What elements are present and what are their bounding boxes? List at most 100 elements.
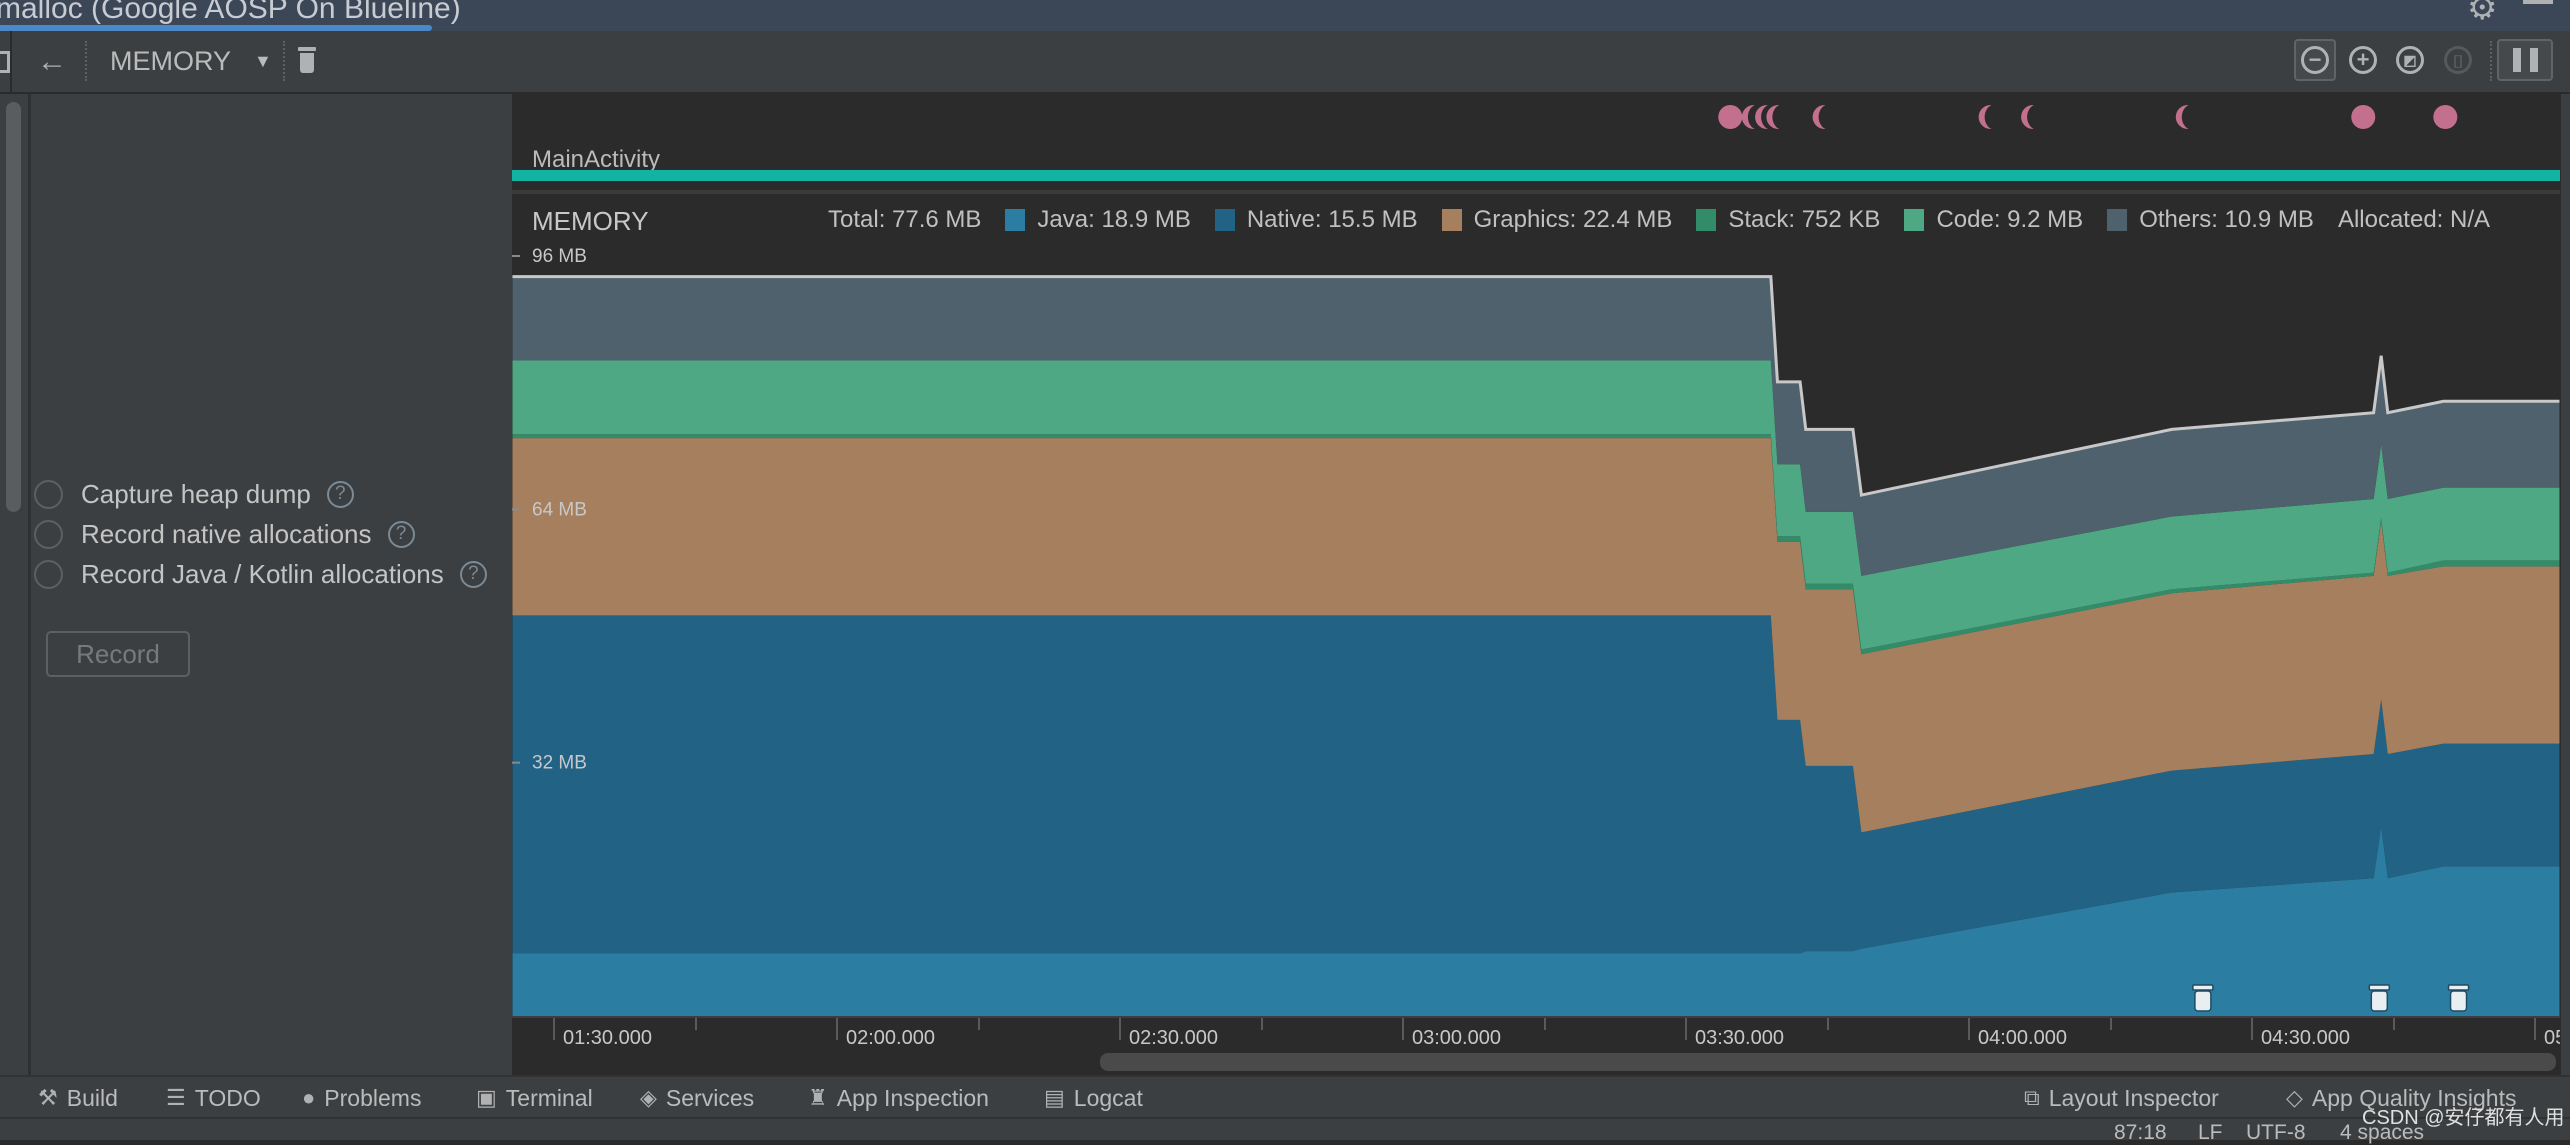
help-icon[interactable]: ? <box>326 480 354 508</box>
tool-logcat[interactable]: ▤ Logcat <box>1044 1077 1143 1119</box>
x-tick <box>2251 1018 2253 1040</box>
help-icon[interactable]: ? <box>459 560 487 588</box>
record-button[interactable]: Record <box>46 631 190 677</box>
x-minor-tick <box>1826 1018 1829 1030</box>
legend-swatch <box>2107 209 2128 231</box>
memory-track-label: MEMORY <box>532 206 649 236</box>
x-tick <box>1402 1018 1404 1040</box>
panel-toggle-icon[interactable] <box>0 51 10 73</box>
gc-trash-icon[interactable] <box>2447 984 2470 1012</box>
services-icon: ◈ <box>640 1085 657 1110</box>
legend-stack: Stack: 752 KB <box>1696 206 1880 234</box>
legend-swatch <box>1214 209 1235 231</box>
x-minor-tick <box>2109 1018 2112 1030</box>
help-icon[interactable]: ? <box>387 520 415 548</box>
gc-trash-icon[interactable] <box>2192 984 2214 1012</box>
memory-stacked-area-chart[interactable]: 96 MB 64 MB 32 MB <box>512 245 2560 1016</box>
legend-swatch <box>1005 209 1026 231</box>
legend-swatch <box>1696 209 1717 231</box>
x-tick-label: 03:00.000 <box>1412 1027 1501 1049</box>
x-tick-label: 02:00.000 <box>846 1027 935 1049</box>
legend-swatch <box>1904 209 1925 231</box>
panel-scrollbar[interactable] <box>6 102 21 512</box>
radio-button[interactable] <box>34 479 63 509</box>
x-minor-tick <box>1543 1018 1546 1030</box>
option-record-native-allocations[interactable]: Record native allocations ? <box>34 516 415 552</box>
pause-button[interactable] <box>2497 39 2553 81</box>
back-arrow-icon[interactable]: ← <box>37 31 67 92</box>
legend-native: Native: 15.5 MB <box>1214 206 1418 234</box>
tool-window-bar: ⚒ Build ☰ TODO ● Problems ▣ Terminal ◈ Servic… <box>0 1075 2570 1119</box>
event-crescent-icon[interactable] <box>1978 104 2007 130</box>
reset-circle-icon: ◩ <box>2396 46 2424 74</box>
plus-circle-icon: + <box>2349 46 2377 74</box>
bracket-circle-icon: [] <box>2444 46 2472 74</box>
option-capture-heap-dump[interactable]: Capture heap dump ? <box>34 476 354 512</box>
time-axis: 01:30.000 02:00.000 02:30.000 03:00.000 03:3… <box>512 1016 2560 1054</box>
activity-lifecycle-bar[interactable] <box>512 170 2560 181</box>
pause-icon <box>2512 48 2538 72</box>
tool-todo[interactable]: ☰ TODO <box>166 1077 261 1119</box>
x-tick-label: 05:00.000 <box>2544 1027 2560 1049</box>
option-label: Record native allocations <box>81 518 372 549</box>
x-tick <box>553 1018 555 1040</box>
line-separator[interactable]: LF <box>2198 1121 2223 1145</box>
diamond-icon: ◇ <box>2286 1085 2303 1110</box>
x-tick-label: 02:30.000 <box>1129 1027 1218 1049</box>
profiler-toolbar: ← MEMORY ▼ − + ◩ [] <box>0 31 2570 94</box>
legend-total: Total: 77.6 MB <box>828 206 982 233</box>
recording-options-panel: Capture heap dump ? Record native alloca… <box>0 94 512 1075</box>
window-title-bar: malloc (Google AOSP On Blueline) ⚙ <box>0 0 2570 31</box>
event-crescent-icon[interactable] <box>1766 104 1795 130</box>
minus-circle-icon: − <box>2301 46 2329 74</box>
x-minor-tick <box>977 1018 980 1030</box>
reset-zoom-button[interactable]: ◩ <box>2389 39 2431 81</box>
event-crescent-icon[interactable] <box>2175 104 2204 130</box>
legend-graphics: Graphics: 22.4 MB <box>1441 206 1672 234</box>
tool-problems[interactable]: ● Problems <box>302 1077 421 1119</box>
x-tick-label: 03:30.000 <box>1695 1027 1784 1049</box>
watermark: CSDN @安仔都有人用 <box>2362 1107 2565 1129</box>
gc-trash-icon[interactable] <box>2368 984 2391 1012</box>
tool-terminal[interactable]: ▣ Terminal <box>476 1077 593 1119</box>
event-crescent-icon[interactable] <box>1812 104 1841 130</box>
minimize-icon[interactable] <box>2523 0 2553 4</box>
timeline-scrollbar[interactable] <box>1100 1053 2556 1071</box>
x-tick <box>1968 1018 1970 1040</box>
event-full-icon[interactable] <box>1718 105 1743 129</box>
event-full-icon[interactable] <box>2433 105 2458 129</box>
radio-button[interactable] <box>34 519 63 549</box>
tool-layout-inspector[interactable]: ⧉ Layout Inspector <box>2024 1077 2219 1119</box>
file-encoding[interactable]: UTF-8 <box>2246 1121 2306 1145</box>
warning-icon: ● <box>302 1085 316 1110</box>
x-minor-tick <box>694 1018 697 1030</box>
hammer-icon: ⚒ <box>38 1085 58 1110</box>
trash-icon[interactable] <box>298 47 316 73</box>
x-tick <box>836 1018 838 1040</box>
cursor-position[interactable]: 87:18 <box>2114 1121 2167 1145</box>
interaction-events <box>1718 104 2458 130</box>
zoom-to-selection-button[interactable]: [] <box>2437 39 2479 81</box>
tool-app-inspection[interactable]: ♜ App Inspection <box>808 1077 989 1119</box>
radio-button[interactable] <box>34 559 63 589</box>
gear-icon[interactable]: ⚙ <box>2467 0 2497 28</box>
layout-inspector-icon: ⧉ <box>2024 1085 2040 1110</box>
terminal-icon: ▣ <box>476 1085 497 1110</box>
inspection-icon: ♜ <box>808 1085 828 1110</box>
x-tick <box>2534 1018 2536 1040</box>
option-record-java-kotlin-allocations[interactable]: Record Java / Kotlin allocations ? <box>34 556 487 592</box>
x-tick-label: 01:30.000 <box>563 1027 652 1049</box>
zoom-in-button[interactable]: + <box>2342 39 2384 81</box>
tool-services[interactable]: ◈ Services <box>640 1077 754 1119</box>
vertical-scrollbar-track[interactable] <box>2561 94 2570 1075</box>
x-tick-label: 04:00.000 <box>1978 1027 2067 1049</box>
event-crescent-icon[interactable] <box>2021 104 2050 130</box>
x-tick <box>1685 1018 1687 1040</box>
profiler-selector[interactable]: MEMORY ▼ <box>110 31 272 95</box>
event-full-icon[interactable] <box>2351 105 2376 129</box>
option-label: Capture heap dump <box>81 478 311 509</box>
legend-code: Code: 9.2 MB <box>1904 206 2083 234</box>
zoom-out-button[interactable]: − <box>2294 39 2336 81</box>
tool-build[interactable]: ⚒ Build <box>38 1077 118 1119</box>
chevron-down-icon: ▼ <box>254 51 272 71</box>
